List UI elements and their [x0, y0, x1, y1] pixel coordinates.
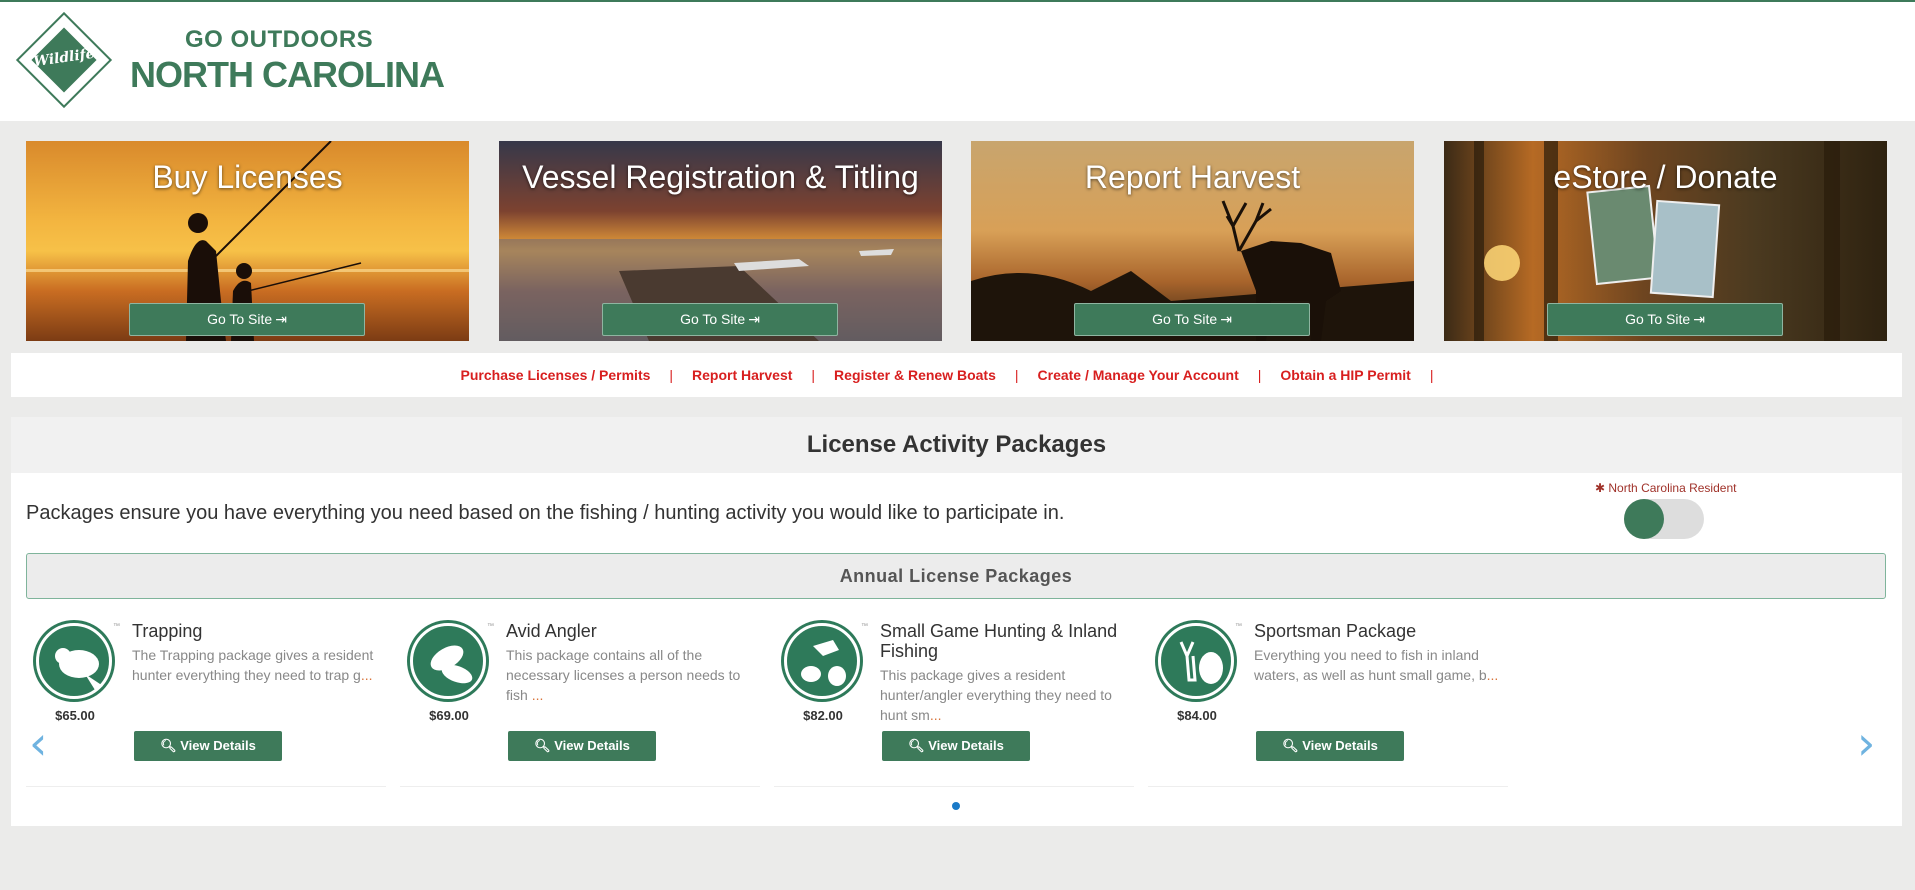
package-price: $82.00 — [803, 708, 843, 723]
carousel-next-arrow[interactable]: › — [1857, 720, 1875, 766]
sign-in-icon: ⇥ — [748, 311, 760, 327]
description-text: Everything you need to fish in inland wa… — [1254, 647, 1487, 683]
tile-buy-licenses: Buy Licenses Go To Site ⇥ — [26, 141, 469, 341]
link-separator: | — [1257, 367, 1262, 383]
beaver-icon — [36, 623, 112, 699]
package-name[interactable]: Avid Angler — [506, 621, 756, 641]
link-separator: | — [1429, 367, 1434, 383]
tile-vessel-registration: Vessel Registration & Titling Go To Site… — [499, 141, 942, 341]
button-label: View Details — [928, 738, 1004, 753]
read-more[interactable]: ... — [1487, 667, 1499, 683]
link-register-boats[interactable]: Register & Renew Boats — [834, 367, 996, 383]
package-description: This package gives a resident hunter/ang… — [880, 665, 1130, 725]
license-packages-panel: License Activity Packages Packages ensur… — [11, 417, 1902, 826]
package-name[interactable]: Sportsman Package — [1254, 621, 1504, 641]
site-header: Wildlife GO OUTDOORS NORTH CAROLINA — [0, 0, 1915, 121]
link-separator: | — [669, 367, 674, 383]
button-label: View Details — [180, 738, 256, 753]
button-label: Go To Site — [680, 311, 746, 327]
go-to-site-button[interactable]: Go To Site ⇥ — [1074, 303, 1310, 336]
view-details-button[interactable]: 🔍︎ View Details — [1256, 731, 1404, 761]
trademark: ™ — [861, 623, 868, 630]
trademark: ™ — [487, 623, 494, 630]
read-more[interactable]: ... — [532, 687, 544, 703]
read-more[interactable]: ... — [930, 707, 942, 723]
quick-links-bar: Purchase Licenses / Permits | Report Harve… — [11, 353, 1902, 397]
package-description: This package contains all of the necessa… — [506, 645, 756, 705]
brand-top: GO OUTDOORS — [185, 26, 374, 53]
tile-title: eStore / Donate — [1553, 159, 1778, 195]
link-manage-account[interactable]: Create / Manage Your Account — [1038, 367, 1239, 383]
button-label: Go To Site — [1152, 311, 1218, 327]
toggle-knob — [1624, 499, 1664, 539]
carousel-prev-arrow[interactable]: ‹ — [29, 720, 47, 766]
link-purchase-licenses[interactable]: Purchase Licenses / Permits — [461, 367, 651, 383]
go-to-site-button[interactable]: Go To Site ⇥ — [1547, 303, 1783, 336]
package-card: ™ Trapping The Trapping package gives a … — [26, 613, 386, 787]
read-more[interactable]: ... — [361, 667, 373, 683]
sign-in-icon: ⇥ — [1220, 311, 1232, 327]
package-card: ™ Small Game Hunting & Inland Fishing Th… — [774, 613, 1134, 787]
packages-intro: Packages ensure you have everything you … — [26, 502, 1065, 524]
package-name[interactable]: Trapping — [132, 621, 382, 641]
trademark: ™ — [113, 623, 120, 630]
button-label: View Details — [1302, 738, 1378, 753]
description-text: The Trapping package gives a resident hu… — [132, 647, 374, 683]
sportsman-icon — [1158, 623, 1234, 699]
packages-heading: License Activity Packages — [11, 417, 1902, 473]
go-to-site-button[interactable]: Go To Site ⇥ — [602, 303, 838, 336]
package-price: $84.00 — [1177, 708, 1217, 723]
package-card: ™ Avid Angler This package contains all … — [400, 613, 760, 787]
trademark: ™ — [1235, 623, 1242, 630]
link-separator: | — [1014, 367, 1019, 383]
button-label: View Details — [554, 738, 630, 753]
fish-icon — [410, 623, 486, 699]
package-description: The Trapping package gives a resident hu… — [132, 645, 382, 685]
go-to-site-button[interactable]: Go To Site ⇥ — [129, 303, 365, 336]
view-details-button[interactable]: 🔍︎ View Details — [882, 731, 1030, 761]
sign-in-icon: ⇥ — [275, 311, 287, 327]
tile-title: Vessel Registration & Titling — [522, 159, 919, 195]
tile-estore-donate: eStore / Donate Go To Site ⇥ — [1444, 141, 1887, 341]
link-report-harvest[interactable]: Report Harvest — [692, 367, 792, 383]
package-card: ™ Sportsman Package Everything you need … — [1148, 613, 1508, 787]
search-icon: 🔍︎ — [534, 738, 551, 753]
brand-main[interactable]: NORTH CAROLINA — [130, 54, 445, 96]
resident-label: ✱ North Carolina Resident — [1595, 481, 1737, 495]
tile-report-harvest: Report Harvest Go To Site ⇥ — [971, 141, 1414, 341]
package-name[interactable]: Small Game Hunting & Inland Fishing — [880, 621, 1130, 661]
resident-toggle[interactable] — [1624, 499, 1704, 539]
search-icon: 🔍︎ — [1282, 738, 1299, 753]
package-price: $69.00 — [429, 708, 469, 723]
button-label: Go To Site — [207, 311, 273, 327]
search-icon: 🔍︎ — [908, 738, 925, 753]
sign-in-icon: ⇥ — [1693, 311, 1705, 327]
carousel-indicator-dot[interactable] — [952, 802, 960, 810]
button-label: Go To Site — [1625, 311, 1691, 327]
link-separator: | — [811, 367, 816, 383]
view-details-button[interactable]: 🔍︎ View Details — [508, 731, 656, 761]
annual-packages-header[interactable]: Annual License Packages — [26, 553, 1886, 599]
search-icon: 🔍︎ — [160, 738, 177, 753]
description-text: This package gives a resident hunter/ang… — [880, 667, 1112, 723]
link-hip-permit[interactable]: Obtain a HIP Permit — [1280, 367, 1410, 383]
view-details-button[interactable]: 🔍︎ View Details — [134, 731, 282, 761]
tile-title: Buy Licenses — [152, 159, 343, 195]
tile-title: Report Harvest — [1084, 159, 1301, 195]
package-description: Everything you need to fish in inland wa… — [1254, 645, 1504, 685]
small-game-icon — [784, 623, 860, 699]
package-price: $65.00 — [55, 708, 95, 723]
